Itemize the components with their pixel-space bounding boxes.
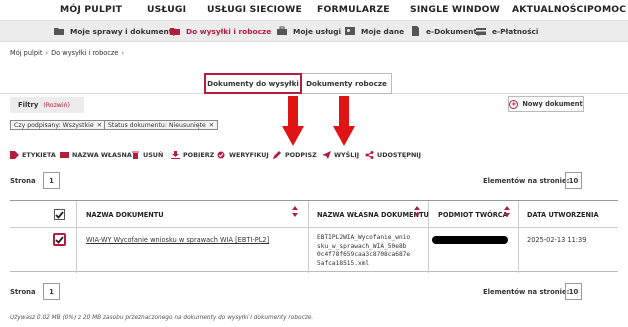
chevron-right-icon: › [45,49,49,57]
breadcrumb: Mój pulpit › Do wysyłki i robocze › [10,49,127,57]
top-navigation: MÓJ PULPIT USŁUGI USŁUGI SIECIOWE FORMUL… [0,0,628,20]
delete-action-button[interactable]: USUŃ [131,151,163,159]
checkmark-icon [55,235,64,244]
sort-icon[interactable] [292,206,298,220]
documents-table: NAZWA DOKUMENTU NAZWA WŁASNA DOKUMENTU P… [10,200,618,273]
annotation-arrow-icon [333,96,355,146]
tab-dokumenty-do-wysylki[interactable]: Dokumenty do wysyłki [204,73,302,94]
filter-chip-signed: Czy podpisany: Wszystkie ✕ [10,120,106,130]
header-row-divider [10,227,618,228]
verify-action-button[interactable]: WERYFIKUJ [217,151,269,159]
document-name-link[interactable]: WIA-WY Wycofanie wniosku w sprawach WIA … [86,236,269,244]
sign-action-button[interactable]: PODPISZ [273,151,317,159]
download-icon [171,151,180,159]
filters-label: Filtry [18,101,39,109]
subnav-do-wysylki[interactable]: Do wysyłki i robocze [170,26,271,36]
breadcrumb-do-wysylki[interactable]: Do wysyłki i robocze [51,49,118,57]
subnav-moje-dane[interactable]: Moje dane [345,26,404,36]
own-name-action-button[interactable]: NAZWA WŁASNA [60,151,132,159]
filters-toggle[interactable]: Filtry (Rozwiń) [10,97,84,113]
download-action-button[interactable]: POBIERZ [171,151,214,159]
filter-chip-label: Status dokumentu: Nieusunięte [108,121,206,129]
row-checkbox[interactable] [53,233,66,246]
redacted-creator [432,236,508,244]
header-document-name[interactable]: NAZWA DOKUMENTU [86,211,164,219]
subnav-moje-sprawy[interactable]: Moje sprawy i dokumenty [54,26,177,36]
nav-aktualnosci[interactable]: AKTUALNOŚCI [512,4,587,15]
document-icon [412,26,419,36]
column-divider [76,201,77,273]
header-created-date[interactable]: DATA UTWORZENIA [527,211,599,219]
close-icon[interactable]: ✕ [97,122,102,129]
new-document-button[interactable]: + Nowy dokument [508,96,584,112]
nav-moj-pulpit[interactable]: MÓJ PULPIT [60,4,122,15]
person-card-icon [345,27,355,35]
tab-dokumenty-robocze[interactable]: Dokumenty robocze [302,73,392,94]
header-creator[interactable]: PODMIOT TWÓRCA [438,211,508,219]
trash-icon [132,151,139,159]
plus-icon: + [509,99,519,109]
column-divider [308,201,309,273]
nav-uslugi-sieciowe[interactable]: USŁUGI SIECIOWE [207,4,302,15]
send-action-button[interactable]: WYŚLIJ [322,151,359,159]
pager-label: Strona [10,288,36,296]
new-document-label: Nowy dokument [522,100,583,108]
subnav-e-platnosci[interactable]: e-Płatności [476,26,538,36]
close-icon[interactable]: ✕ [209,122,214,129]
filters-expand-link[interactable]: (Rozwiń) [43,102,70,109]
folder-icon [54,28,64,35]
subnav-moje-uslugi[interactable]: Moje usługi [277,26,341,36]
column-divider [518,201,519,273]
folder-outgoing-icon [170,28,180,35]
send-icon [322,151,331,159]
pager-bottom: Strona 1 Elementów na stronie: 10 [10,283,618,303]
chevron-right-icon: › [121,49,125,57]
share-icon [365,151,374,159]
subnav-e-dokumenty[interactable]: e-Dokumenty [410,26,482,36]
nav-pomoc[interactable]: POMOC [587,4,626,15]
pager-label: Strona [10,177,36,185]
annotation-arrow-icon [282,96,304,146]
tag-icon [10,151,19,159]
header-own-name[interactable]: NAZWA WŁASNA DOKUMENTU [317,211,429,219]
rename-icon [60,152,69,158]
filter-chip-status: Status dokumentu: Nieusunięte ✕ [104,120,218,130]
nav-single-window[interactable]: SINGLE WINDOW [410,4,500,15]
document-created-date: 2025-02-13 11:39 [527,236,587,244]
nav-uslugi[interactable]: USŁUGI [147,4,186,15]
document-tabs: Dokumenty do wysyłki Dokumenty robocze [204,73,392,94]
sort-icon[interactable] [504,206,510,220]
sort-icon[interactable] [414,206,420,220]
nav-formularze[interactable]: FORMULARZE [317,4,390,15]
per-page-label: Elementów na stronie: [483,177,570,185]
briefcase-icon [277,26,287,35]
select-all-checkbox[interactable] [54,209,65,220]
check-circle-icon [217,151,225,159]
page-number-input[interactable]: 1 [43,172,60,189]
per-page-select[interactable]: 10 [565,283,582,300]
pager-top: Strona 1 Elementów na stronie: 10 [10,172,618,192]
label-action-button[interactable]: ETYKIETA [10,151,56,159]
filter-chip-label: Czy podpisany: Wszystkie [14,121,94,129]
page-number-input[interactable]: 1 [43,283,60,300]
payment-icon [476,28,486,35]
per-page-label: Elementów na stronie: [483,288,570,296]
document-own-name: EBTIPL2WIA_Wycofanie_wnio sku_w_sprawach… [317,234,411,267]
storage-usage-note: Używasz 0.02 MB (0%) z 20 MB zasobu prze… [10,315,314,321]
pen-icon [273,151,281,159]
checkmark-icon [55,210,64,219]
share-action-button[interactable]: UDOSTĘPNIJ [365,151,421,159]
breadcrumb-moj-pulpit[interactable]: Mój pulpit [10,49,42,57]
sub-navigation: Moje sprawy i dokumenty Do wysyłki i rob… [0,20,628,42]
per-page-select[interactable]: 10 [565,172,582,189]
